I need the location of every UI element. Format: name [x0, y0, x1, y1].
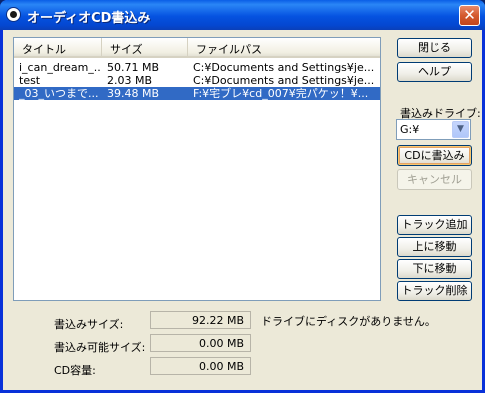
chevron-down-icon[interactable]: ▼	[452, 121, 469, 138]
add-track-button[interactable]: トラック追加	[397, 215, 472, 235]
write-size-value: 92.22 MB	[150, 311, 251, 329]
cd-capacity-label: CD容量:	[54, 364, 96, 377]
track-size-cell: 39.48 MB	[107, 87, 160, 100]
move-up-button[interactable]: 上に移動	[397, 237, 472, 257]
track-path-cell: F:¥宅ブレ¥cd_007¥完パケッ！¥...	[193, 87, 369, 100]
column-header-size[interactable]: サイズ	[102, 38, 188, 58]
track-row[interactable]: i_can_dream_... 50.71 MB C:¥Documents and …	[14, 61, 380, 74]
track-row[interactable]: _03_いつまで... 39.48 MB F:¥宅ブレ¥cd_007¥完パケッ！¥.…	[14, 87, 380, 100]
column-header-title[interactable]: タイトル	[14, 38, 102, 58]
writable-size-value: 0.00 MB	[150, 334, 251, 352]
cancel-button[interactable]: キャンセル	[397, 169, 472, 190]
close-button[interactable]: 閉じる	[397, 38, 472, 58]
track-list[interactable]: タイトル サイズ ファイルパス i_can_dream_... 50.71 MB C…	[13, 37, 381, 301]
write-cd-button[interactable]: CDに書込み	[397, 145, 472, 166]
drive-select[interactable]: G:¥ ▼	[396, 119, 471, 140]
track-title-cell: i_can_dream_...	[19, 61, 101, 74]
status-message: ドライブにディスクがありません。	[261, 315, 436, 328]
app-icon	[6, 7, 21, 22]
track-path-cell: C:¥Documents and Settings¥je...	[193, 61, 375, 74]
track-list-header: タイトル サイズ ファイルパス	[14, 38, 380, 58]
window-title: オーディオCD書込み	[27, 11, 151, 26]
write-size-label: 書込みサイズ:	[54, 318, 124, 331]
track-size-cell: 50.71 MB	[107, 61, 160, 74]
writable-size-label: 書込み可能サイズ:	[54, 341, 146, 354]
track-title-cell: test	[19, 74, 41, 87]
track-size-cell: 2.03 MB	[107, 74, 153, 87]
delete-track-button[interactable]: トラック削除	[397, 281, 472, 301]
column-header-path[interactable]: ファイルパス	[188, 38, 380, 58]
cd-capacity-value: 0.00 MB	[150, 357, 251, 375]
dialog-window: オーディオCD書込み ✕ タイトル サイズ ファイルパス i_can_dream…	[0, 0, 485, 393]
track-path-cell: C:¥Documents and Settings¥je...	[193, 74, 375, 87]
move-down-button[interactable]: 下に移動	[397, 259, 472, 279]
help-button[interactable]: ヘルプ	[397, 62, 472, 82]
window-close-button[interactable]: ✕	[459, 5, 480, 26]
title-bar[interactable]: オーディオCD書込み ✕	[0, 0, 485, 30]
track-row[interactable]: test 2.03 MB C:¥Documents and Settings¥je.…	[14, 74, 380, 87]
drive-select-value: G:¥	[400, 123, 420, 136]
track-title-cell: _03_いつまで...	[19, 87, 99, 100]
